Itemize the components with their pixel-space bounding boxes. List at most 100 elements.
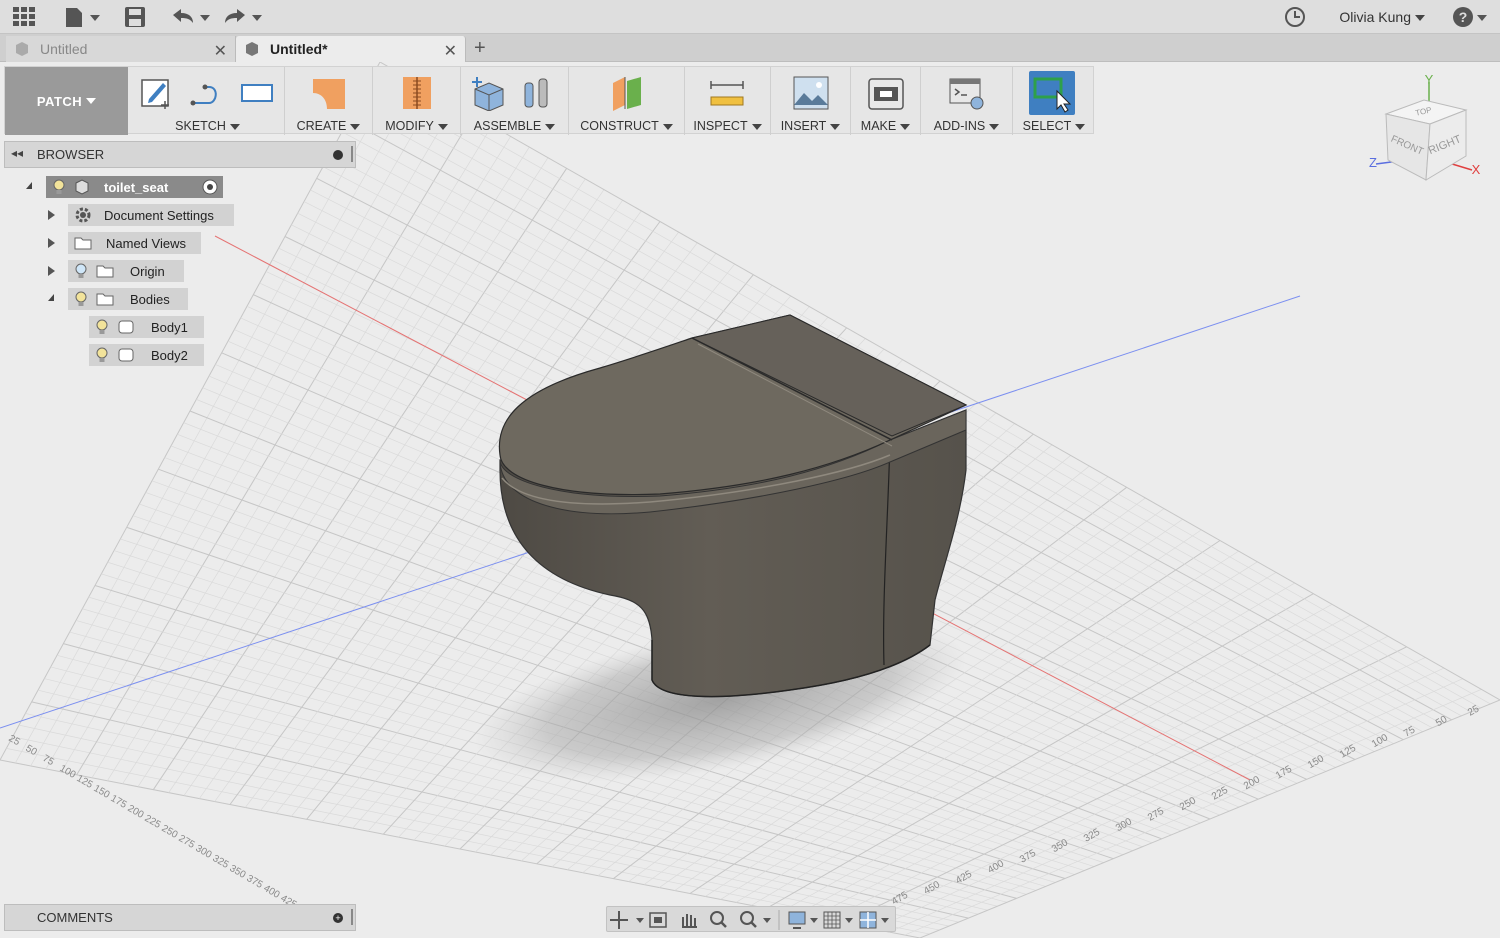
create-surface-icon[interactable] — [311, 75, 347, 111]
collapse-triangle-icon[interactable] — [26, 182, 32, 189]
orbit-icon[interactable] — [610, 911, 644, 929]
grid-line — [858, 657, 1426, 927]
visibility-bulb-icon[interactable] — [52, 179, 66, 195]
expand-triangle-icon[interactable] — [48, 238, 55, 248]
scripts-addins-icon[interactable] — [949, 75, 985, 111]
pan-hand-icon[interactable] — [682, 914, 697, 928]
3d-print-icon[interactable] — [868, 75, 904, 111]
visibility-bulb-icon[interactable] — [95, 319, 109, 335]
chevron-down-icon — [350, 123, 361, 130]
visibility-bulb-icon[interactable] — [74, 291, 88, 307]
axis-z-label: Z — [1369, 155, 1377, 170]
expand-triangle-icon[interactable] — [48, 210, 55, 220]
panel-grip-icon[interactable] — [351, 909, 353, 925]
new-tab-button[interactable]: + — [474, 37, 486, 60]
viewports-icon[interactable] — [859, 911, 889, 929]
inspect-group[interactable]: INSPECT — [685, 67, 771, 135]
joint-icon[interactable] — [519, 75, 555, 111]
close-icon[interactable]: ✕ — [214, 41, 227, 61]
body-icon — [118, 320, 134, 334]
grid-label: 125 — [1338, 743, 1358, 761]
new-component-icon[interactable] — [469, 75, 505, 111]
select-cursor-icon — [1033, 77, 1072, 113]
named-views-label: Named Views — [106, 235, 186, 251]
tree-item-body2[interactable]: Body2 — [89, 344, 204, 366]
tree-item-bodies[interactable]: Bodies — [68, 288, 188, 310]
select-group[interactable]: SELECT — [1013, 67, 1095, 135]
navigation-bar — [606, 906, 896, 932]
tree-item-origin[interactable]: Origin — [68, 260, 184, 282]
body2-label: Body2 — [151, 347, 188, 363]
collapse-triangle-icon[interactable] — [48, 294, 54, 301]
root-label: toilet_seat — [104, 179, 169, 195]
panel-grip-icon[interactable] — [351, 146, 353, 162]
workspace-label: PATCH — [36, 93, 83, 109]
tree-item-named-views[interactable]: Named Views — [68, 232, 201, 254]
ribbon-toolbar: PATCH SKETCH CREATE MODIFY ASSEMBLE CONS… — [4, 66, 1095, 135]
tree-root-toilet-seat[interactable]: toilet_seat — [46, 176, 223, 198]
sketch-group[interactable]: SKETCH — [131, 67, 285, 135]
expand-triangle-icon[interactable] — [48, 266, 55, 276]
undo-icon[interactable] — [170, 6, 212, 28]
document-settings-label: Document Settings — [104, 207, 214, 223]
display-settings-icon[interactable] — [788, 911, 818, 929]
assemble-group[interactable]: ASSEMBLE — [461, 67, 569, 135]
chevron-down-icon — [1075, 123, 1086, 130]
construct-plane-icon[interactable] — [609, 75, 645, 111]
comments-panel-header[interactable]: COMMENTS + — [4, 904, 356, 931]
grid-label: 300 — [1114, 816, 1134, 834]
apps-grid-icon[interactable] — [12, 6, 36, 28]
grid-label: 150 — [92, 783, 112, 801]
zoom-window-icon[interactable] — [740, 911, 771, 928]
modify-icon[interactable] — [399, 75, 435, 111]
folder-icon — [96, 265, 114, 278]
insert-group[interactable]: INSERT — [771, 67, 851, 135]
tree-item-document-settings[interactable]: Document Settings — [68, 204, 234, 226]
construct-group[interactable]: CONSTRUCT — [569, 67, 685, 135]
line-tool-icon[interactable] — [189, 75, 225, 111]
grid-label: 225 — [143, 813, 163, 831]
folder-icon — [74, 237, 92, 250]
measure-icon[interactable] — [709, 75, 745, 111]
create-sketch-icon[interactable] — [139, 75, 175, 111]
tab-untitled-modified[interactable]: Untitled* ✕ — [236, 36, 466, 62]
grid-label: 25 — [7, 733, 23, 748]
visibility-bulb-icon[interactable] — [95, 347, 109, 363]
modify-label: MODIFY — [385, 119, 434, 133]
browser-panel-header[interactable]: ◂◂ BROWSER — [4, 141, 356, 168]
visibility-bulb-icon[interactable] — [74, 263, 88, 279]
addins-group[interactable]: ADD-INS — [921, 67, 1013, 135]
grid-label: 400 — [986, 858, 1006, 876]
insert-image-icon[interactable] — [793, 75, 829, 111]
canvas-viewport[interactable]: 25 50 75 100 125 150 175 200 225 250 275 300 325 350 3… — [0, 62, 1500, 938]
make-label: MAKE — [860, 119, 897, 133]
grid-label: 325 — [211, 853, 231, 871]
look-at-icon[interactable] — [649, 912, 667, 928]
tree-item-body1[interactable]: Body1 — [89, 316, 204, 338]
user-menu[interactable]: Olivia Kung — [1339, 9, 1425, 25]
expand-plus-icon[interactable]: + — [333, 913, 343, 923]
tab-untitled[interactable]: Untitled ✕ — [6, 36, 236, 62]
collapse-panel-icon[interactable]: ◂◂ — [11, 146, 23, 160]
clock-icon[interactable] — [1284, 6, 1306, 28]
save-icon[interactable] — [124, 6, 146, 28]
zoom-icon[interactable] — [710, 911, 727, 928]
view-cube[interactable]: Y Z X TOP FRONT RIGHT — [1362, 72, 1488, 192]
activate-radio-icon[interactable] — [201, 178, 219, 196]
create-group[interactable]: CREATE — [285, 67, 373, 135]
workspace-switcher[interactable]: PATCH — [5, 67, 128, 135]
help-icon[interactable]: ? — [1452, 6, 1492, 28]
close-icon[interactable]: ✕ — [444, 41, 457, 61]
grid-settings-icon[interactable] — [823, 911, 853, 929]
file-icon[interactable] — [64, 6, 100, 28]
select-tool-active[interactable] — [1029, 71, 1075, 115]
redo-icon[interactable] — [222, 6, 264, 28]
rectangle-tool-icon[interactable] — [239, 75, 275, 111]
minimize-icon[interactable] — [333, 150, 343, 160]
modify-group[interactable]: MODIFY — [373, 67, 461, 135]
make-group[interactable]: MAKE — [851, 67, 921, 135]
toilet-model[interactable] — [498, 314, 968, 698]
top-bar: Olivia Kung ? — [0, 0, 1500, 34]
grid-label: 300 — [194, 843, 214, 861]
chevron-down-icon — [900, 123, 911, 130]
